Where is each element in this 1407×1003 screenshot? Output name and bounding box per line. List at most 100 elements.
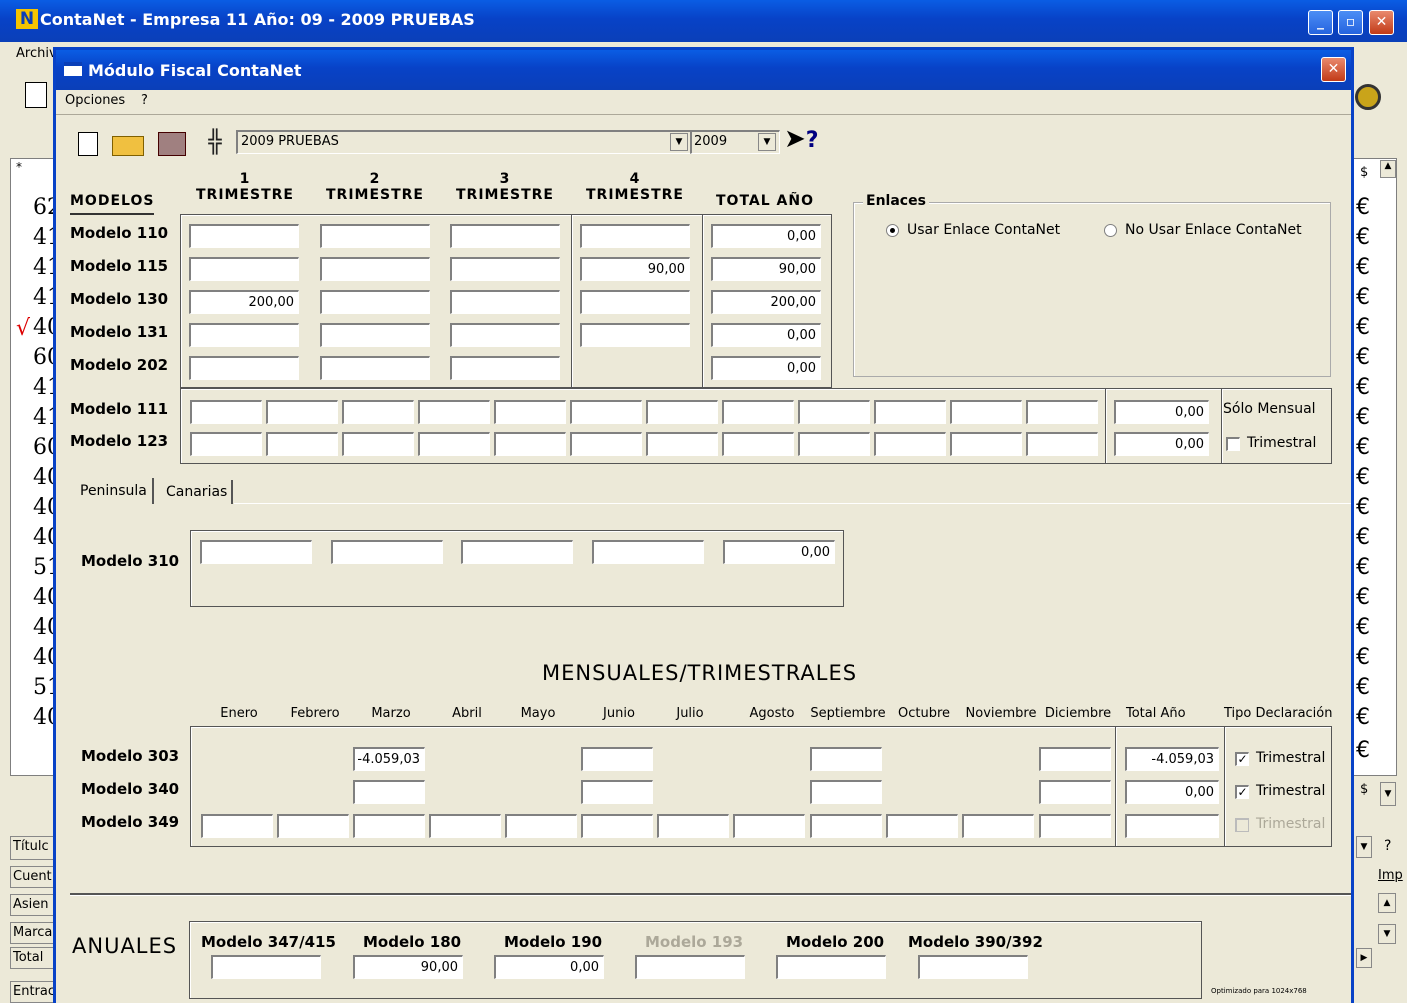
modelo-123-month-field[interactable] (266, 432, 338, 456)
fiscal-close-button[interactable]: ✕ (1321, 57, 1346, 82)
modelo-303-trimestral-checkbox[interactable]: ✓ (1235, 752, 1249, 766)
modelo-110-q4[interactable] (580, 224, 690, 248)
tab-peninsula[interactable]: Peninsula (74, 478, 154, 504)
modelo-349-month-field[interactable] (810, 814, 882, 838)
modelo-123-month-field[interactable] (722, 432, 794, 456)
modelo-110-q3[interactable] (450, 224, 560, 248)
modelo-115-q3[interactable] (450, 257, 560, 281)
modelo-202-q3[interactable] (450, 356, 560, 380)
anual-200-field[interactable] (776, 955, 886, 979)
outer-scroll-down-icon[interactable]: ▼ (1380, 782, 1396, 806)
anual-180-field[interactable]: 90,00 (353, 955, 463, 979)
menu-help[interactable]: ? (141, 93, 148, 108)
modelo-115-q4[interactable]: 90,00 (580, 257, 690, 281)
modelo-131-q3[interactable] (450, 323, 560, 347)
modelo-130-q2[interactable] (320, 290, 430, 314)
empresa-select[interactable]: 2009 PRUEBAS ▼ (236, 130, 716, 154)
modelo-131-q4[interactable] (580, 323, 690, 347)
modelo-349-month-field[interactable] (429, 814, 501, 838)
modelo-349-month-field[interactable] (581, 814, 653, 838)
modelo-111-month-field[interactable] (1026, 400, 1098, 424)
modelo-123-month-field[interactable] (798, 432, 870, 456)
modelo-123-month-field[interactable] (494, 432, 566, 456)
modelo-303-marzo[interactable]: -4.059,03 (353, 747, 425, 771)
modelo-340-trimestral-checkbox[interactable]: ✓ (1235, 785, 1249, 799)
modelo-111-month-field[interactable] (342, 400, 414, 424)
modelo-123-month-field[interactable] (342, 432, 414, 456)
modelo-123-month-field[interactable] (190, 432, 262, 456)
modelo-310-field-4[interactable] (592, 540, 704, 564)
modelo-310-field-3[interactable] (461, 540, 573, 564)
outer-dropdown-icon[interactable]: ▼ (1356, 836, 1372, 858)
modelo-115-q2[interactable] (320, 257, 430, 281)
modelo-349-month-field[interactable] (1039, 814, 1111, 838)
outer-coin-icon[interactable] (1355, 84, 1381, 110)
modelo-130-q4[interactable] (580, 290, 690, 314)
outer-minimize-button[interactable]: _ (1308, 10, 1333, 35)
outer-dollar-top[interactable]: $ (1360, 165, 1368, 180)
radio-usar-enlace[interactable] (886, 224, 899, 237)
modelo-349-month-field[interactable] (201, 814, 273, 838)
modelo-349-month-field[interactable] (657, 814, 729, 838)
modelo-111-month-field[interactable] (950, 400, 1022, 424)
settings-icon[interactable]: ╬ (203, 130, 227, 158)
modelo-111-month-field[interactable] (798, 400, 870, 424)
modelo-111-month-field[interactable] (494, 400, 566, 424)
outer-scroll2-down-icon[interactable]: ▼ (1378, 924, 1396, 944)
modelo-349-month-field[interactable] (353, 814, 425, 838)
modelo-123-month-field[interactable] (646, 432, 718, 456)
modelo-111-month-field[interactable] (266, 400, 338, 424)
year-select[interactable]: 2009 ▼ (690, 130, 780, 154)
modelo-340-diciembre[interactable] (1039, 780, 1111, 804)
modelo-349-month-field[interactable] (733, 814, 805, 838)
outer-close-button[interactable]: ✕ (1369, 10, 1394, 35)
anual-347-field[interactable] (211, 955, 321, 979)
outer-menu-archivo[interactable]: Archiv (16, 46, 57, 61)
modelo-340-junio[interactable] (581, 780, 653, 804)
modelo-111-month-field[interactable] (874, 400, 946, 424)
outer-new-doc-icon[interactable] (25, 82, 47, 108)
modelo-123-month-field[interactable] (570, 432, 642, 456)
modelo-115-q1[interactable] (189, 257, 299, 281)
print-icon[interactable] (158, 132, 186, 156)
modelo-310-field-2[interactable] (331, 540, 443, 564)
modelo-123-month-field[interactable] (1026, 432, 1098, 456)
modelo-111-month-field[interactable] (646, 400, 718, 424)
outer-scroll2-right-icon[interactable]: ▶ (1356, 948, 1372, 968)
anual-390-field[interactable] (918, 955, 1028, 979)
outer-scroll2-up-icon[interactable]: ▲ (1378, 893, 1396, 913)
modelo-303-junio[interactable] (581, 747, 653, 771)
modelo-123-month-field[interactable] (874, 432, 946, 456)
menu-opciones[interactable]: Opciones (65, 93, 125, 108)
tab-canarias[interactable]: Canarias (162, 480, 234, 504)
new-file-icon[interactable] (78, 132, 98, 156)
modelo-349-month-field[interactable] (886, 814, 958, 838)
modelo-123-trimestral-checkbox[interactable] (1226, 437, 1240, 451)
modelo-340-septiembre[interactable] (810, 780, 882, 804)
anual-190-field[interactable]: 0,00 (494, 955, 604, 979)
modelo-349-month-field[interactable] (277, 814, 349, 838)
modelo-131-q2[interactable] (320, 323, 430, 347)
modelo-130-q3[interactable] (450, 290, 560, 314)
modelo-340-marzo[interactable] (353, 780, 425, 804)
modelo-111-month-field[interactable] (190, 400, 262, 424)
modelo-131-q1[interactable] (189, 323, 299, 347)
outer-help-label[interactable]: ? (1384, 838, 1391, 854)
modelo-310-field-1[interactable] (200, 540, 312, 564)
modelo-123-month-field[interactable] (950, 432, 1022, 456)
modelo-110-q1[interactable] (189, 224, 299, 248)
outer-scroll-up-icon[interactable]: ▲ (1380, 160, 1396, 178)
modelo-202-q2[interactable] (320, 356, 430, 380)
modelo-111-month-field[interactable] (418, 400, 490, 424)
modelo-303-diciembre[interactable] (1039, 747, 1111, 771)
year-select-arrow-icon[interactable]: ▼ (758, 133, 776, 151)
open-folder-icon[interactable] (112, 136, 144, 156)
radio-no-usar-enlace[interactable] (1104, 224, 1117, 237)
modelo-111-month-field[interactable] (722, 400, 794, 424)
outer-restore-button[interactable]: ▫ (1338, 10, 1363, 35)
empresa-select-arrow-icon[interactable]: ▼ (670, 133, 688, 151)
anual-193-field[interactable] (635, 955, 745, 979)
modelo-303-septiembre[interactable] (810, 747, 882, 771)
modelo-349-month-field[interactable] (962, 814, 1034, 838)
modelo-349-month-field[interactable] (505, 814, 577, 838)
